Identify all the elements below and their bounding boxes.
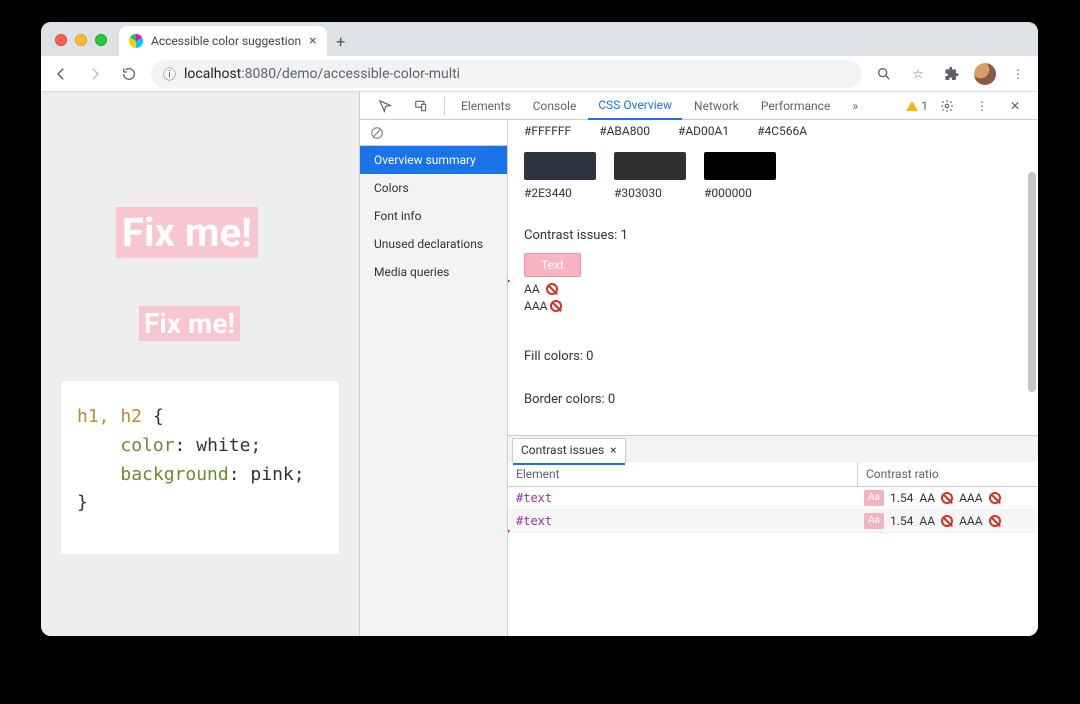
back-button[interactable] [49, 62, 73, 86]
site-info-icon[interactable]: ⓘ [163, 64, 176, 83]
browser-menu-icon[interactable]: ⋮ [1006, 62, 1030, 86]
fill-heading: Fill colors: 0 [524, 349, 1022, 364]
table-row[interactable]: #text Aa 1.54 AA AAA [508, 510, 1038, 533]
sidebar-item-media[interactable]: Media queries [360, 258, 507, 286]
tab-elements[interactable]: Elements [451, 92, 521, 120]
minimize-window-icon[interactable] [75, 34, 87, 46]
inspect-icon[interactable] [368, 92, 402, 120]
close-devtools-icon[interactable]: ✕ [1000, 92, 1030, 120]
device-toggle-icon[interactable] [404, 92, 438, 120]
tab-css-overview[interactable]: CSS Overview [588, 92, 682, 120]
devtools-menu-icon[interactable]: ⋮ [966, 92, 998, 120]
color-swatch[interactable]: #303030 [614, 152, 686, 200]
titlebar: Accessible color suggestion × + [41, 22, 1038, 56]
css-overview-sidebar: Overview summary Colors Font info Unused… [360, 120, 508, 636]
hex-label: #FFFFFF [524, 124, 571, 138]
zoom-icon[interactable] [872, 62, 896, 86]
fail-icon [941, 492, 953, 504]
window-controls [41, 34, 119, 56]
url-host: localhost:8080/demo/accessible-color-mul… [184, 66, 460, 82]
code-sample: h1, h2 { color: white; background: pink;… [61, 381, 339, 554]
bookmark-icon[interactable]: ☆ [906, 62, 930, 86]
col-element: Element [508, 462, 858, 486]
close-tab-icon[interactable]: × [309, 33, 316, 49]
tabs-overflow-icon[interactable]: » [842, 92, 868, 120]
sidebar-item-colors[interactable]: Colors [360, 174, 507, 202]
page-viewport: Fix me! Fix me! h1, h2 { color: white; b… [41, 92, 359, 636]
table-row[interactable]: #text Aa 1.54 AA AAA [508, 487, 1038, 510]
browser-tab[interactable]: Accessible color suggestion × [119, 26, 327, 56]
issue-count[interactable]: 1 [906, 99, 928, 113]
tab-network[interactable]: Network [684, 92, 749, 120]
fail-icon [989, 515, 1001, 527]
contrast-heading: Contrast issues: 1 [524, 228, 1022, 243]
favicon-icon [129, 34, 143, 48]
fail-icon [546, 283, 558, 295]
devtools-tabs: Elements Console CSS Overview Network Pe… [360, 92, 1038, 120]
url-bar[interactable]: ⓘ localhost:8080/demo/accessible-color-m… [151, 60, 862, 88]
tab-performance[interactable]: Performance [751, 92, 840, 120]
tab-console[interactable]: Console [523, 92, 587, 120]
profile-avatar[interactable] [974, 63, 996, 85]
fail-icon [989, 492, 1001, 504]
settings-icon[interactable] [930, 92, 964, 120]
browser-toolbar: ⓘ localhost:8080/demo/accessible-color-m… [41, 56, 1038, 92]
hex-label: #4C566A [757, 124, 807, 138]
contrast-issues-panel: Contrast issues × Element Contrast ratio… [508, 435, 1038, 636]
table-header: Element Contrast ratio [508, 462, 1038, 487]
maximize-window-icon[interactable] [95, 34, 107, 46]
scrollbar-thumb[interactable] [1028, 172, 1036, 392]
contrast-sample-icon: Aa [864, 513, 884, 529]
sidebar-item-font[interactable]: Font info [360, 202, 507, 230]
color-swatch[interactable]: #000000 [704, 152, 776, 200]
tab-title: Accessible color suggestion [151, 34, 301, 48]
hex-label: #ABA800 [599, 124, 650, 138]
page-h1: Fix me! [116, 207, 258, 258]
fail-icon [941, 515, 953, 527]
sidebar-item-unused[interactable]: Unused declarations [360, 230, 507, 258]
fail-icon [550, 300, 562, 312]
hex-label: #AD00A1 [678, 124, 729, 138]
page-h2: Fix me! [139, 306, 240, 341]
close-window-icon[interactable] [55, 34, 67, 46]
clear-overview-icon[interactable] [360, 120, 507, 146]
warning-icon [906, 101, 918, 111]
devtools-panel: Elements Console CSS Overview Network Pe… [359, 92, 1038, 636]
border-heading: Border colors: 0 [524, 392, 1022, 407]
contrast-issues-tab[interactable]: Contrast issues × [512, 438, 626, 463]
sidebar-item-summary[interactable]: Overview summary [360, 146, 507, 174]
col-contrast-ratio: Contrast ratio [858, 462, 1038, 486]
color-swatch[interactable]: #2E3440 [524, 152, 596, 200]
aaa-label: AAA [524, 299, 547, 313]
browser-window: Accessible color suggestion × + ⓘ localh… [41, 22, 1038, 636]
close-tab-icon[interactable]: × [610, 443, 616, 457]
reload-button[interactable] [117, 62, 141, 86]
extensions-icon[interactable] [940, 62, 964, 86]
contrast-sample-icon: Aa [864, 490, 884, 506]
forward-button[interactable] [83, 62, 107, 86]
contrast-pill[interactable]: Text [524, 253, 581, 277]
css-overview-content: #FFFFFF #ABA800 #AD00A1 #4C566A #2E3440 [508, 120, 1038, 636]
new-tab-button[interactable]: + [327, 26, 355, 56]
aa-label: AA [524, 282, 540, 296]
